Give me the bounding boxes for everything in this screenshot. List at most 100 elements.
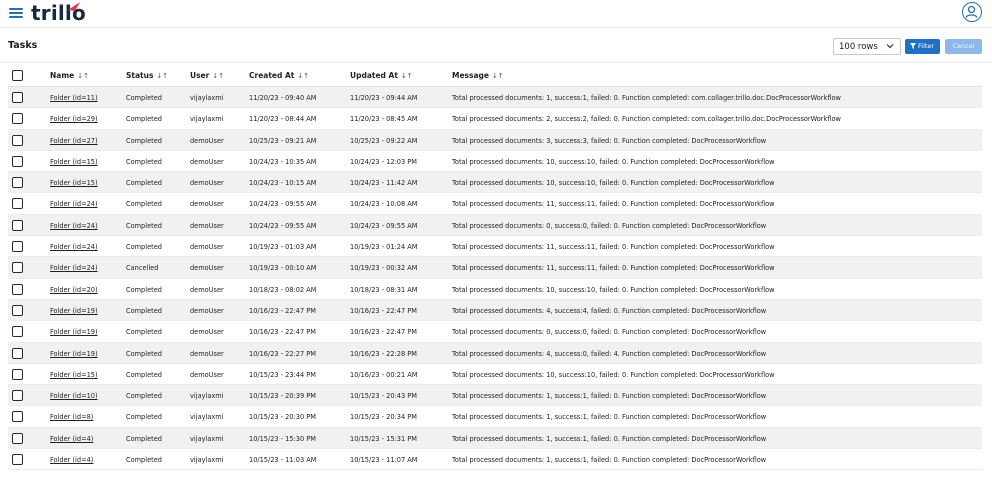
row-checkbox[interactable] — [12, 113, 23, 125]
table-row[interactable]: Folder (id=15) Completed demoUser 10/24/23 … — [8, 172, 982, 194]
task-name-link[interactable]: Folder (id=24) — [50, 264, 98, 272]
table-row[interactable]: Folder (id=24) Cancelled demoUser 10/19/23 … — [8, 257, 982, 279]
row-checkbox[interactable] — [12, 262, 23, 274]
table-row[interactable]: Folder (id=20) Completed demoUser 10/18/23 … — [8, 279, 982, 300]
sort-icon: ↓↑ — [156, 72, 169, 80]
table-row[interactable]: Folder (id=19) Completed demoUser 10/16/23 … — [8, 342, 982, 364]
task-message: Total processed documents: 10, success:1… — [452, 157, 775, 166]
task-name-link[interactable]: Folder (id=29) — [50, 115, 98, 123]
table-row[interactable]: Folder (id=10) Completed vijaylaxmi 10/15/2… — [8, 385, 982, 407]
task-name-link[interactable]: Folder (id=11) — [50, 94, 98, 102]
task-name-link[interactable]: Folder (id=15) — [50, 371, 98, 379]
task-updated-at: 10/18/23 - 08:31 AM — [350, 285, 418, 294]
task-user: demoUser — [190, 243, 224, 252]
table-row[interactable]: Folder (id=4) Completed vijaylaxmi 10/15/23… — [8, 449, 982, 471]
task-message: Total processed documents: 10, success:1… — [452, 285, 775, 294]
row-checkbox[interactable] — [12, 454, 23, 466]
task-created-at: 11/20/23 - 08:44 AM — [249, 115, 317, 124]
table-row[interactable]: Folder (id=19) Completed demoUser 10/16/23 … — [8, 299, 982, 322]
task-name-link[interactable]: Folder (id=19) — [50, 328, 98, 336]
header-status[interactable]: Status ↓↑ — [126, 71, 168, 80]
task-name-link[interactable]: Folder (id=19) — [50, 350, 98, 358]
filter-button[interactable]: Filter — [905, 39, 940, 54]
table-row[interactable]: Folder (id=27) Completed demoUser 10/25/23 … — [8, 129, 982, 151]
row-checkbox[interactable] — [12, 198, 23, 210]
header-created-at[interactable]: Created At ↓↑ — [249, 71, 309, 80]
row-checkbox[interactable] — [12, 155, 23, 167]
task-message: Total processed documents: 11, success:1… — [452, 264, 775, 273]
task-updated-at: 10/19/23 - 00:32 AM — [350, 264, 418, 273]
row-checkbox[interactable] — [12, 219, 23, 231]
row-checkbox[interactable] — [12, 390, 23, 402]
sort-icon: ↓↑ — [77, 72, 89, 80]
task-name-link[interactable]: Folder (id=15) — [50, 158, 98, 166]
row-checkbox[interactable] — [12, 326, 23, 338]
row-checkbox[interactable] — [12, 283, 23, 295]
task-name-link[interactable]: Folder (id=4) — [50, 435, 93, 443]
row-checkbox[interactable] — [12, 411, 23, 423]
task-created-at: 10/19/23 - 00:10 AM — [249, 264, 317, 273]
header-message-label: Message — [452, 71, 489, 80]
task-user: demoUser — [190, 349, 224, 358]
task-name-link[interactable]: Folder (id=20) — [50, 286, 98, 294]
row-checkbox[interactable] — [12, 347, 23, 359]
chevron-down-icon — [886, 44, 894, 49]
task-name-link[interactable]: Folder (id=19) — [50, 307, 98, 315]
hamburger-icon[interactable] — [9, 6, 23, 20]
header-message[interactable]: Message ↓↑ — [452, 71, 504, 80]
task-created-at: 10/16/23 - 22:47 PM — [249, 306, 316, 315]
task-message: Total processed documents: 10, success:1… — [452, 179, 775, 188]
table-row[interactable]: Folder (id=24) Completed demoUser 10/24/23 … — [8, 193, 982, 215]
task-name-link[interactable]: Folder (id=10) — [50, 392, 98, 400]
task-user: demoUser — [190, 157, 224, 166]
task-status: Completed — [126, 456, 162, 465]
header-updated-at[interactable]: Updated At ↓↑ — [350, 71, 413, 80]
sort-icon: ↓↑ — [212, 72, 225, 80]
task-name-link[interactable]: Folder (id=24) — [50, 200, 98, 208]
task-created-at: 10/24/23 - 10:35 AM — [249, 157, 317, 166]
row-checkbox[interactable] — [12, 368, 23, 380]
select-all-checkbox[interactable] — [12, 70, 23, 81]
table-row[interactable]: Folder (id=11) Completed vijaylaxmi 11/20/2… — [8, 87, 982, 109]
header-name[interactable]: Name ↓↑ — [50, 71, 89, 80]
task-name-link[interactable]: Folder (id=24) — [50, 243, 98, 251]
row-checkbox[interactable] — [12, 177, 23, 189]
table-row[interactable]: Folder (id=19) Completed demoUser 10/16/23 … — [8, 321, 982, 343]
task-user: demoUser — [190, 264, 224, 273]
task-status: Completed — [126, 243, 162, 252]
row-checkbox[interactable] — [12, 304, 23, 316]
table-row[interactable]: Folder (id=15) Completed demoUser 10/24/23 … — [8, 151, 982, 173]
task-created-at: 10/24/23 - 10:15 AM — [249, 179, 317, 188]
task-updated-at: 10/25/23 - 09:22 AM — [350, 136, 418, 145]
task-created-at: 10/15/23 - 20:30 PM — [249, 413, 316, 422]
task-name-link[interactable]: Folder (id=8) — [50, 413, 93, 421]
table-row[interactable]: Folder (id=24) Completed demoUser 10/24/23 … — [8, 214, 982, 237]
task-created-at: 10/24/23 - 09:55 AM — [249, 200, 317, 209]
task-name-link[interactable]: Folder (id=24) — [50, 222, 98, 230]
table-row[interactable]: Folder (id=4) Completed vijaylaxmi 10/15/23… — [8, 427, 982, 450]
task-status: Completed — [126, 157, 162, 166]
user-avatar-icon[interactable] — [962, 2, 982, 22]
table-row[interactable]: Folder (id=29) Completed vijaylaxmi 11/20/2… — [8, 108, 982, 130]
task-created-at: 10/15/23 - 20:39 PM — [249, 392, 316, 401]
task-name-link[interactable]: Folder (id=27) — [50, 137, 98, 145]
task-updated-at: 10/16/23 - 00:21 AM — [350, 370, 418, 379]
task-updated-at: 10/15/23 - 20:43 PM — [350, 392, 417, 401]
header-user[interactable]: User ↓↑ — [190, 71, 224, 80]
task-message: Total processed documents: 3, success:3,… — [452, 136, 767, 145]
task-user: vijaylaxmi — [190, 392, 224, 401]
rows-per-page-select[interactable]: 100 rows — [833, 38, 901, 55]
table-row[interactable]: Folder (id=8) Completed vijaylaxmi 10/15/23… — [8, 406, 982, 428]
row-checkbox[interactable] — [12, 92, 23, 103]
row-checkbox[interactable] — [12, 432, 23, 444]
task-name-link[interactable]: Folder (id=15) — [50, 179, 98, 187]
task-user: vijaylaxmi — [190, 456, 224, 465]
table-row[interactable]: Folder (id=24) Completed demoUser 10/19/23 … — [8, 236, 982, 258]
task-name-link[interactable]: Folder (id=4) — [50, 456, 93, 464]
table-row[interactable]: Folder (id=15) Completed demoUser 10/15/23 … — [8, 364, 982, 386]
tasks-table: Name ↓↑ Status ↓↑ User ↓↑ Created At ↓↑ Upda… — [8, 64, 982, 471]
row-checkbox[interactable] — [12, 241, 23, 253]
row-checkbox[interactable] — [12, 134, 23, 146]
cancel-button[interactable]: Cancel — [945, 39, 982, 54]
task-updated-at: 10/15/23 - 11:07 AM — [350, 456, 418, 465]
